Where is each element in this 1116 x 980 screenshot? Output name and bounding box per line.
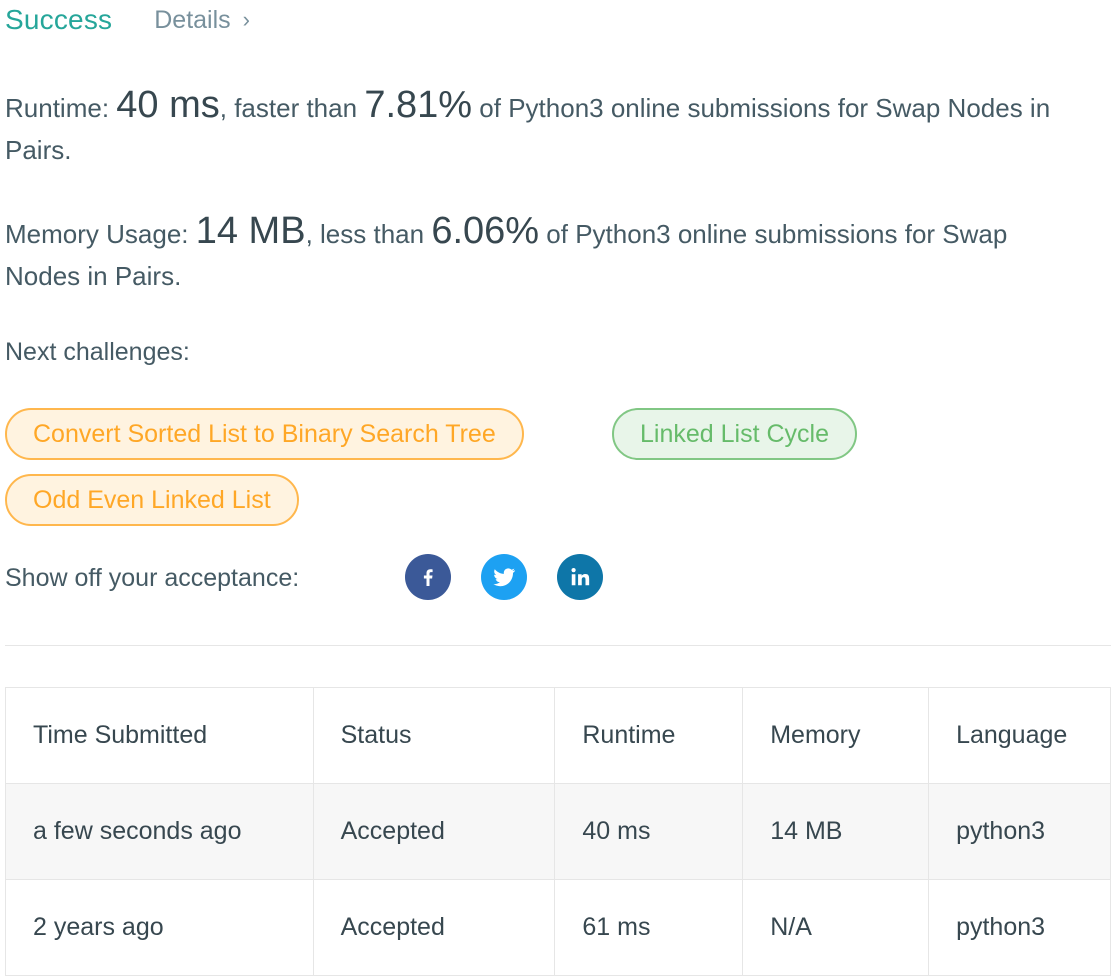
facebook-icon[interactable] bbox=[405, 554, 451, 600]
table-row: 2 years ago Accepted 61 ms N/A python3 bbox=[5, 879, 1111, 976]
cell-memory: 14 MB bbox=[742, 783, 930, 880]
table-header-row: Time Submitted Status Runtime Memory Lan… bbox=[5, 687, 1111, 784]
table-row: a few seconds ago Accepted 40 ms 14 MB p… bbox=[5, 783, 1111, 880]
cell-time: 2 years ago bbox=[5, 879, 314, 976]
chevron-right-icon: › bbox=[242, 7, 250, 32]
cell-language: python3 bbox=[928, 783, 1111, 880]
status-success-label: Success bbox=[5, 4, 113, 35]
cell-status-link[interactable]: Accepted bbox=[312, 879, 556, 976]
submission-result-page: Success Details › Runtime: 40 ms, faster… bbox=[0, 0, 1116, 980]
challenge-linked-list-cycle[interactable]: Linked List Cycle bbox=[612, 408, 857, 460]
submissions-table: Time Submitted Status Runtime Memory Lan… bbox=[5, 687, 1111, 976]
column-header-time[interactable]: Time Submitted bbox=[5, 687, 314, 784]
cell-language: python3 bbox=[928, 879, 1111, 976]
challenge-odd-even-linked-list[interactable]: Odd Even Linked List bbox=[5, 474, 299, 526]
runtime-comparison: , faster than bbox=[219, 93, 358, 123]
memory-label: Memory Usage: bbox=[5, 219, 189, 249]
runtime-percent: 7.81% bbox=[364, 84, 473, 126]
share-label: Show off your acceptance: bbox=[5, 563, 300, 592]
memory-percent: 6.06% bbox=[431, 210, 540, 252]
runtime-value: 40 ms bbox=[116, 84, 220, 126]
column-header-memory[interactable]: Memory bbox=[742, 687, 930, 784]
linkedin-icon[interactable] bbox=[557, 554, 603, 600]
details-link[interactable]: Details › bbox=[154, 6, 250, 35]
memory-stat: Memory Usage: 14 MB, less than 6.06% of … bbox=[5, 210, 1065, 297]
share-section: Show off your acceptance: bbox=[5, 556, 299, 600]
next-challenges-label: Next challenges: bbox=[5, 338, 190, 366]
cell-memory: N/A bbox=[742, 879, 930, 976]
cell-time: a few seconds ago bbox=[5, 783, 314, 880]
cell-runtime: 61 ms bbox=[554, 879, 744, 976]
column-header-status[interactable]: Status bbox=[312, 687, 556, 784]
runtime-label: Runtime: bbox=[5, 93, 110, 123]
details-label: Details bbox=[154, 5, 231, 34]
twitter-icon[interactable] bbox=[481, 554, 527, 600]
cell-runtime: 40 ms bbox=[554, 783, 744, 880]
memory-value: 14 MB bbox=[195, 210, 306, 252]
result-header: Success Details › bbox=[5, 0, 250, 40]
column-header-runtime[interactable]: Runtime bbox=[554, 687, 744, 784]
memory-comparison: , less than bbox=[305, 219, 425, 249]
challenge-convert-sorted-list[interactable]: Convert Sorted List to Binary Search Tre… bbox=[5, 408, 524, 460]
cell-status-link[interactable]: Accepted bbox=[312, 783, 556, 880]
column-header-language[interactable]: Language bbox=[928, 687, 1111, 784]
runtime-stat: Runtime: 40 ms, faster than 7.81% of Pyt… bbox=[5, 84, 1065, 171]
section-divider bbox=[5, 645, 1111, 646]
